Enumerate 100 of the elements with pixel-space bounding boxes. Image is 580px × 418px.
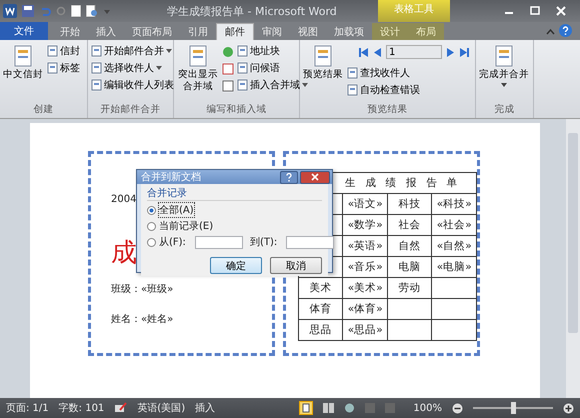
option-label: 全部(A) xyxy=(159,203,194,217)
proofing-icon[interactable] xyxy=(114,402,128,414)
group-label: 开始邮件合并 xyxy=(100,103,162,117)
input-field[interactable] xyxy=(194,236,243,248)
table-cell xyxy=(432,278,476,298)
ribbon-button[interactable]: 查找收件人 xyxy=(346,65,411,80)
ribbon-tab[interactable]: 加载项 xyxy=(326,23,372,40)
ribbon-tab[interactable]: 开始 xyxy=(52,23,88,40)
context-tab-group: 表格工具 xyxy=(378,0,450,22)
table-cell: 美术 xyxy=(298,278,343,298)
ribbon-tab[interactable]: 页面布局 xyxy=(124,23,180,40)
zoom-out-icon[interactable] xyxy=(452,402,463,414)
ribbon-tab[interactable]: 审阅 xyxy=(254,23,290,40)
table-cell: «体育» xyxy=(342,298,388,320)
table-cell: «数学» xyxy=(342,214,388,236)
input-field[interactable] xyxy=(286,236,334,248)
table-cell: «英语» xyxy=(342,236,388,256)
maximize-icon[interactable] xyxy=(530,6,540,16)
page-icon xyxy=(237,78,248,90)
ribbon-button[interactable]: 编辑收件人列表 xyxy=(90,77,175,92)
ribbon-button[interactable]: 选择收件人 xyxy=(90,60,163,75)
page-icon xyxy=(91,78,102,90)
reading-layout-icon[interactable] xyxy=(323,403,334,413)
status-text[interactable]: 插入 xyxy=(195,401,216,415)
vertical-scrollbar[interactable] xyxy=(566,119,580,398)
zoom-in-icon[interactable] xyxy=(563,402,574,414)
web-layout-icon[interactable] xyxy=(344,403,356,413)
close-icon xyxy=(311,173,319,181)
table-cell: «科技» xyxy=(432,194,476,214)
save-icon[interactable] xyxy=(22,5,34,17)
dropdown-arrow-icon xyxy=(501,83,507,87)
text-line: 班级：«班级» xyxy=(111,282,174,296)
page-icon xyxy=(237,44,248,56)
dropdown-arrow-icon xyxy=(156,66,162,70)
ribbon-button[interactable]: 问候语 xyxy=(236,60,281,75)
table-cell: 自然 xyxy=(387,236,432,256)
ribbon-button[interactable]: 地址块 xyxy=(236,43,281,58)
ribbon-tab[interactable]: 引用 xyxy=(180,23,216,40)
table-cell: 劳动 xyxy=(387,278,432,298)
ribbon-tab[interactable]: 文件 xyxy=(0,22,48,40)
page-icon xyxy=(347,66,358,78)
last-record-icon[interactable] xyxy=(459,46,470,58)
print-preview-icon[interactable] xyxy=(86,5,98,17)
option-label: 从(F): xyxy=(159,236,186,249)
print-layout-icon[interactable] xyxy=(299,401,314,415)
dialog-title: 合并到新文档 xyxy=(141,170,201,184)
text-line: 姓名：«姓名» xyxy=(111,313,174,326)
group-label: 预览结果 xyxy=(366,103,408,117)
table-cell: «自然» xyxy=(432,236,476,256)
status-text[interactable]: 英语(美国) xyxy=(137,401,186,415)
ribbon-button[interactable]: 开始邮件合并 xyxy=(90,43,173,58)
option-label: 当前记录(E) xyxy=(159,220,214,233)
ribbon-button[interactable]: 标签 xyxy=(46,60,81,75)
radio-button[interactable] xyxy=(147,206,156,214)
group-label: 合并记录 xyxy=(147,186,322,201)
dropdown-arrow-icon xyxy=(166,48,172,52)
table-cell xyxy=(387,298,432,320)
dialog-button[interactable]: 取消 xyxy=(270,257,322,274)
help-icon[interactable] xyxy=(559,24,572,37)
ribbon-tab[interactable]: 视图 xyxy=(290,23,326,40)
next-record-icon[interactable] xyxy=(446,46,455,58)
title-text: 成 xyxy=(111,237,137,270)
page-icon xyxy=(47,62,58,74)
ribbon-button[interactable]: 插入合并域 xyxy=(236,77,309,92)
table-cell: 电脑 xyxy=(387,256,432,278)
table-cell: «语文» xyxy=(342,194,388,214)
table-cell xyxy=(432,298,476,320)
ribbon-button[interactable]: 完成并合并 xyxy=(478,43,530,103)
page-icon xyxy=(237,62,248,74)
ribbon-button[interactable]: 突出显示合并域 xyxy=(176,43,220,103)
table-cell: 思品 xyxy=(298,320,343,340)
ribbon-button[interactable]: 信封 xyxy=(46,43,81,58)
slider-thumb[interactable] xyxy=(511,402,516,414)
table-cell: 科技 xyxy=(387,194,432,214)
table-cell: «电脑» xyxy=(432,256,476,278)
text-line: 2004 xyxy=(111,194,136,205)
word-logo-icon[interactable] xyxy=(3,4,17,18)
table-cell: 社会 xyxy=(387,214,432,236)
collapse-ribbon-icon[interactable] xyxy=(546,28,555,37)
first-record-icon[interactable] xyxy=(358,46,369,58)
page-icon[interactable] xyxy=(71,5,81,17)
close-icon[interactable] xyxy=(556,6,566,16)
close-button[interactable] xyxy=(300,170,330,184)
ribbon-button[interactable]: 自动检查错误 xyxy=(346,82,421,97)
record-number-field[interactable]: 1 xyxy=(386,45,442,59)
match-fields-icon[interactable] xyxy=(222,63,234,75)
table-cell xyxy=(432,320,476,340)
page-icon xyxy=(91,62,102,74)
radio-button[interactable] xyxy=(147,238,156,246)
zoom-level[interactable]: 100% xyxy=(413,402,442,414)
ribbon-button[interactable]: 中文信封 xyxy=(2,43,44,103)
table-cell: «美术» xyxy=(342,278,388,298)
help-button[interactable] xyxy=(280,170,298,184)
table-cell xyxy=(387,320,432,340)
ribbon-tab[interactable]: 插入 xyxy=(88,23,124,40)
dialog-button[interactable]: 确定 xyxy=(210,257,262,274)
previous-record-icon[interactable] xyxy=(373,46,382,58)
status-text: 字数: 101 xyxy=(58,402,104,415)
ribbon-tab[interactable]: 邮件 xyxy=(216,23,254,40)
radio-button[interactable] xyxy=(147,222,156,230)
